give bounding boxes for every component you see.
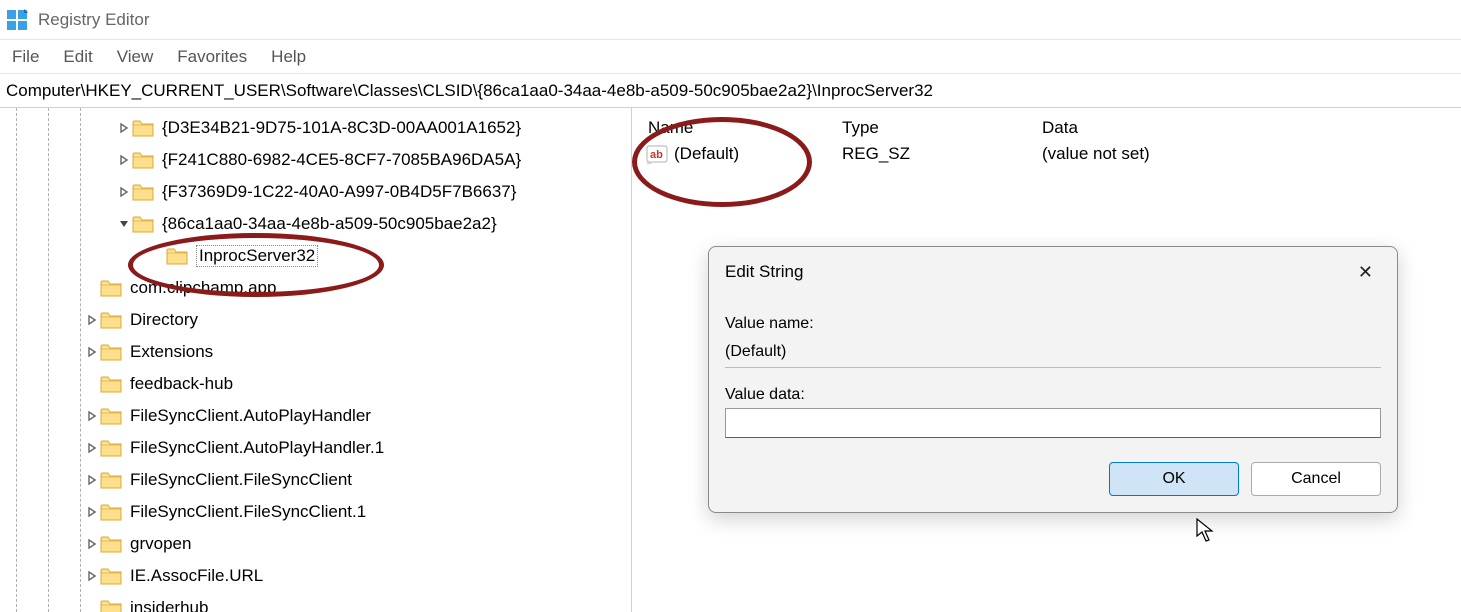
- tree-item[interactable]: com.clipchamp.app: [0, 272, 631, 304]
- value-name-label: Value name:: [725, 315, 1381, 333]
- col-header-name[interactable]: Name: [632, 118, 842, 138]
- tree-item[interactable]: FileSyncClient.FileSyncClient.1: [0, 496, 631, 528]
- folder-icon: [100, 375, 122, 393]
- tree-item-label: Extensions: [130, 342, 213, 362]
- folder-icon: [100, 279, 122, 297]
- folder-icon: [100, 407, 122, 425]
- tree-item-label: FileSyncClient.AutoPlayHandler.1: [130, 438, 384, 458]
- tree-item-label: Directory: [130, 310, 198, 330]
- cancel-button[interactable]: Cancel: [1251, 462, 1381, 496]
- tree-item[interactable]: InprocServer32: [0, 240, 631, 272]
- dialog-title: Edit String: [725, 262, 803, 282]
- tree-item-label: FileSyncClient.FileSyncClient.1: [130, 502, 366, 522]
- value-data-label: Value data:: [725, 386, 1381, 404]
- folder-icon: [100, 343, 122, 361]
- dialog-buttons: OK Cancel: [725, 462, 1381, 496]
- menu-edit[interactable]: Edit: [63, 47, 92, 67]
- tree-panel[interactable]: {D3E34B21-9D75-101A-8C3D-00AA001A1652} {F…: [0, 108, 632, 612]
- chevron-down-icon[interactable]: [116, 216, 132, 232]
- col-header-data[interactable]: Data: [1042, 118, 1461, 138]
- menu-favorites[interactable]: Favorites: [177, 47, 247, 67]
- values-header: Name Type Data: [632, 108, 1461, 138]
- tree-item-label: {F241C880-6982-4CE5-8CF7-7085BA96DA5A}: [162, 150, 521, 170]
- folder-icon: [100, 439, 122, 457]
- value-data-input[interactable]: [725, 408, 1381, 438]
- chevron-right-icon[interactable]: [84, 536, 100, 552]
- title-bar: Registry Editor: [0, 0, 1461, 40]
- app-icon: [6, 9, 28, 31]
- svg-text:ab: ab: [650, 149, 663, 161]
- close-icon[interactable]: ✕: [1350, 258, 1381, 287]
- menu-file[interactable]: File: [12, 47, 39, 67]
- dialog-titlebar[interactable]: Edit String ✕: [709, 247, 1397, 297]
- tree-item[interactable]: insiderhub: [0, 592, 631, 612]
- folder-icon: [132, 183, 154, 201]
- chevron-right-icon[interactable]: [84, 472, 100, 488]
- chevron-right-icon[interactable]: [116, 184, 132, 200]
- value-data: (value not set): [1042, 144, 1461, 164]
- folder-icon: [100, 599, 122, 612]
- tree-item[interactable]: FileSyncClient.FileSyncClient: [0, 464, 631, 496]
- folder-icon: [132, 119, 154, 137]
- tree-item[interactable]: {D3E34B21-9D75-101A-8C3D-00AA001A1652}: [0, 112, 631, 144]
- tree-item-label: com.clipchamp.app: [130, 278, 276, 298]
- tree-item-label: feedback-hub: [130, 374, 233, 394]
- tree-item[interactable]: IE.AssocFile.URL: [0, 560, 631, 592]
- string-icon: ab: [646, 143, 668, 165]
- chevron-right-icon[interactable]: [84, 504, 100, 520]
- tree-item[interactable]: {F241C880-6982-4CE5-8CF7-7085BA96DA5A}: [0, 144, 631, 176]
- chevron-right-icon[interactable]: [84, 440, 100, 456]
- folder-icon: [100, 471, 122, 489]
- chevron-right-icon[interactable]: [84, 568, 100, 584]
- tree-item[interactable]: Extensions: [0, 336, 631, 368]
- tree-item-label: InprocServer32: [196, 245, 318, 267]
- tree-item[interactable]: Directory: [0, 304, 631, 336]
- value-name-field: (Default): [725, 337, 1381, 368]
- tree-item-label: IE.AssocFile.URL: [130, 566, 263, 586]
- folder-icon: [132, 151, 154, 169]
- folder-icon: [100, 567, 122, 585]
- folder-icon: [100, 503, 122, 521]
- value-name: (Default): [674, 144, 842, 164]
- chevron-right-icon[interactable]: [116, 152, 132, 168]
- tree-item-label: FileSyncClient.FileSyncClient: [130, 470, 352, 490]
- chevron-right-icon[interactable]: [116, 120, 132, 136]
- tree-item-label: {D3E34B21-9D75-101A-8C3D-00AA001A1652}: [162, 118, 521, 138]
- tree-item[interactable]: {86ca1aa0-34aa-4e8b-a509-50c905bae2a2}: [0, 208, 631, 240]
- address-text: Computer\HKEY_CURRENT_USER\Software\Clas…: [6, 81, 933, 101]
- address-bar[interactable]: Computer\HKEY_CURRENT_USER\Software\Clas…: [0, 74, 1461, 108]
- dialog-body: Value name: (Default) Value data: OK Can…: [709, 297, 1397, 512]
- tree-item-label: {86ca1aa0-34aa-4e8b-a509-50c905bae2a2}: [162, 214, 497, 234]
- window-title: Registry Editor: [38, 10, 149, 30]
- tree-item[interactable]: FileSyncClient.AutoPlayHandler: [0, 400, 631, 432]
- tree-item[interactable]: feedback-hub: [0, 368, 631, 400]
- menu-bar: File Edit View Favorites Help: [0, 40, 1461, 74]
- value-type: REG_SZ: [842, 144, 1042, 164]
- menu-help[interactable]: Help: [271, 47, 306, 67]
- tree-item[interactable]: FileSyncClient.AutoPlayHandler.1: [0, 432, 631, 464]
- tree-item[interactable]: {F37369D9-1C22-40A0-A997-0B4D5F7B6637}: [0, 176, 631, 208]
- menu-view[interactable]: View: [117, 47, 154, 67]
- chevron-right-icon[interactable]: [84, 344, 100, 360]
- folder-icon: [100, 535, 122, 553]
- chevron-right-icon[interactable]: [84, 312, 100, 328]
- tree-item-label: grvopen: [130, 534, 191, 554]
- tree-item[interactable]: grvopen: [0, 528, 631, 560]
- tree-item-label: insiderhub: [130, 598, 208, 612]
- folder-icon: [132, 215, 154, 233]
- value-row[interactable]: ab (Default) REG_SZ (value not set): [632, 138, 1461, 170]
- edit-string-dialog: Edit String ✕ Value name: (Default) Valu…: [708, 246, 1398, 513]
- folder-icon: [166, 247, 188, 265]
- folder-icon: [100, 311, 122, 329]
- tree-item-label: FileSyncClient.AutoPlayHandler: [130, 406, 371, 426]
- col-header-type[interactable]: Type: [842, 118, 1042, 138]
- tree-item-label: {F37369D9-1C22-40A0-A997-0B4D5F7B6637}: [162, 182, 516, 202]
- chevron-right-icon[interactable]: [84, 408, 100, 424]
- ok-button[interactable]: OK: [1109, 462, 1239, 496]
